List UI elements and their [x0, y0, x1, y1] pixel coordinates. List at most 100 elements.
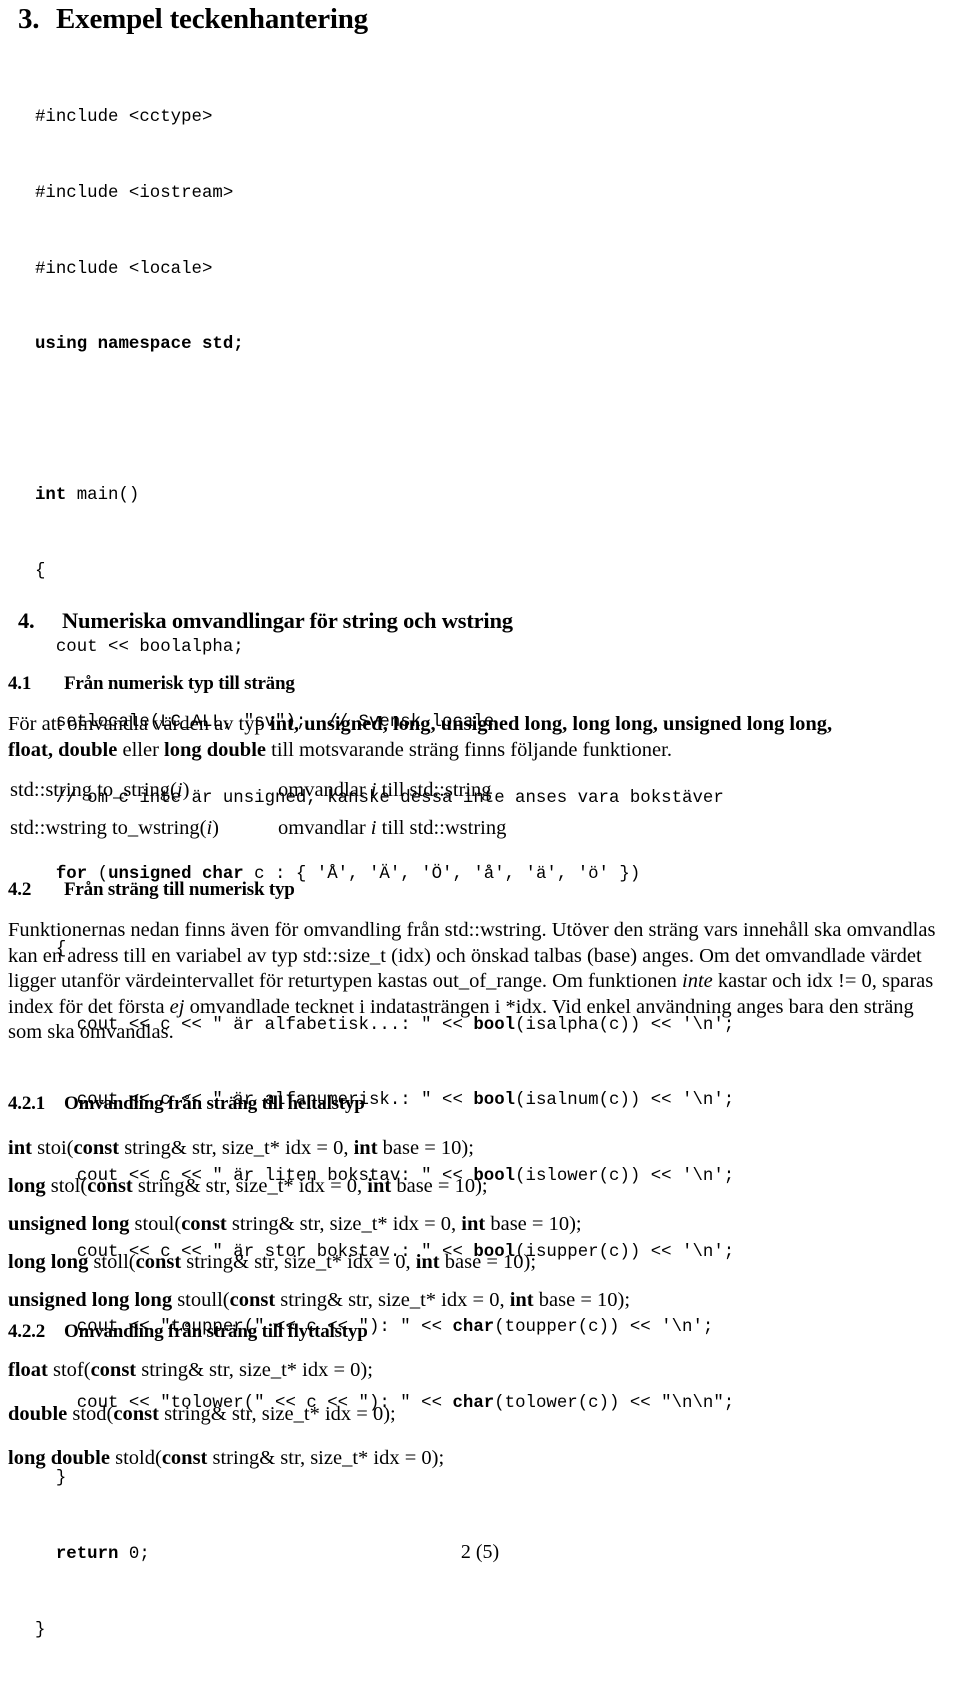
section-4-2-1-title: Omvandling från sträng till heltalstyp [64, 1093, 365, 1114]
para-emphasis-ej: ej [169, 995, 185, 1018]
section-4-2-title: Från sträng till numerisk typ [64, 879, 295, 900]
table-row: std::wstring to_wstring(i) omvandlar i t… [10, 802, 506, 840]
code-keyword-bool: bool [473, 1091, 516, 1111]
code-line: using namespace std; [35, 332, 734, 357]
table-row: std::string to_string(i) omvandlar i til… [10, 778, 506, 802]
return-type: float [8, 1359, 48, 1381]
description-text: omvandlar [278, 817, 371, 839]
params-mid: string& str, size_t* idx = 0, [226, 1213, 462, 1235]
signature-close: ) [212, 817, 219, 839]
code-line: #include <locale> [35, 259, 213, 279]
return-type: unsigned long long [8, 1289, 173, 1311]
params-tail: base = 10); [533, 1289, 631, 1311]
params-tail: base = 10); [377, 1137, 474, 1159]
code-line: int main() [35, 486, 140, 506]
code-line: #include <cctype> [35, 108, 213, 128]
description-text: omvandlar [278, 779, 371, 801]
description-tail: till std::wstring [376, 817, 507, 839]
description-cell: omvandlar i till std::string [278, 778, 506, 802]
signature-stoul: unsigned long stoul(const string& str, s… [8, 1212, 630, 1236]
section-4-2-2-heading: 4.2.2 Omvandling från sträng till flyttal… [8, 1320, 368, 1344]
code-line: cout << boolalpha; [35, 637, 244, 657]
keyword-int: int [415, 1251, 440, 1273]
signature-cell: std::wstring to_wstring(i) [10, 802, 278, 840]
keyword-const: const [90, 1359, 137, 1381]
params-mid: string& str, size_t* idx = 0, [119, 1137, 354, 1159]
paragraph-prefix: För att omvandla värden av typ [8, 713, 270, 735]
signature-stoi: int stoi(const string& str, size_t* idx … [8, 1136, 630, 1160]
page-footer: 2 (5) [0, 1540, 960, 1564]
function-name: stof( [47, 1359, 91, 1381]
keyword-int: int [509, 1289, 534, 1311]
code-keyword-char: char [452, 1318, 495, 1338]
keyword-const: const [229, 1289, 276, 1311]
code-keyword-int: int [35, 486, 67, 506]
section-4-heading: 4. Numeriska omvandlingar för string och … [18, 608, 513, 634]
section-4-2-paragraph: Funktionernas nedan finns även för omvan… [8, 918, 943, 1046]
signature-close: ) [182, 779, 190, 801]
return-type: long [8, 1175, 46, 1197]
return-type: int [8, 1137, 32, 1159]
section-4-2-1-number: 4.2.1 [8, 1093, 46, 1114]
section-4-1-heading: 4.1 Från numerisk typ till sträng [8, 672, 295, 696]
params-tail: base = 10); [485, 1213, 582, 1235]
keyword-const: const [135, 1251, 182, 1273]
section-4-number: 4. [18, 608, 35, 633]
params-mid: string& str, size_t* idx = 0); [158, 1403, 396, 1425]
params-tail: base = 10); [439, 1251, 537, 1273]
type-list-2b: long double [164, 738, 267, 761]
signature-text: std::string to_string( [10, 779, 177, 801]
function-name: stol( [45, 1175, 88, 1197]
paragraph-mid: eller [117, 738, 165, 761]
keyword-const: const [73, 1137, 120, 1159]
section-4-2-2-signatures: float stof(const string& str, size_t* id… [8, 1358, 444, 1470]
function-name: stoll( [88, 1251, 136, 1273]
paragraph-suffix: till motsvarande sträng finns följande f… [266, 738, 672, 761]
to-string-conversion-table: std::string to_string(i) omvandlar i til… [10, 778, 506, 840]
function-name: stoul( [129, 1213, 182, 1235]
section-4-2-1-heading: 4.2.1 Omvandling från sträng till heltals… [8, 1092, 365, 1116]
signature-stold: long double stold(const string& str, siz… [8, 1446, 444, 1470]
code-line: #include <iostream> [35, 184, 234, 204]
params-mid: string& str, size_t* idx = 0); [207, 1447, 445, 1469]
signature-text: std::wstring to_wstring( [10, 817, 207, 839]
function-name: stold( [109, 1447, 162, 1469]
section-4-title: Numeriska omvandlingar för string och ws… [62, 608, 513, 633]
params-mid: string& str, size_t* idx = 0, [181, 1251, 416, 1273]
signature-stoull: unsigned long long stoull(const string& … [8, 1288, 630, 1312]
keyword-const: const [181, 1213, 227, 1235]
signature-stod: double stod(const string& str, size_t* i… [8, 1402, 444, 1426]
signature-stol: long stol(const string& str, size_t* idx… [8, 1174, 630, 1198]
return-type: long double [8, 1447, 110, 1469]
code-line: } [35, 1620, 46, 1640]
document-page: 3. Exempel teckenhantering #include <ccty… [0, 0, 960, 1640]
keyword-const: const [87, 1175, 133, 1197]
section-4-2-2-number: 4.2.2 [8, 1321, 46, 1342]
code-line: { [35, 562, 46, 582]
signature-stof: float stof(const string& str, size_t* id… [8, 1358, 444, 1382]
code-keyword-using: using namespace std; [35, 335, 244, 355]
section-4-2-number: 4.2 [8, 879, 32, 900]
signature-stoll: long long stoll(const string& str, size_… [8, 1250, 630, 1274]
return-type: unsigned long [8, 1213, 130, 1235]
type-list-2a: float, double [8, 738, 118, 761]
params-mid: string& str, size_t* idx = 0); [136, 1359, 373, 1381]
signature-cell: std::string to_string(i) [10, 778, 278, 802]
section-4-1-title: Från numerisk typ till sträng [64, 673, 295, 694]
params-mid: string& str, size_t* idx = 0, [275, 1289, 510, 1311]
section-3-number: 3. [18, 3, 40, 35]
return-type: double [8, 1403, 68, 1425]
keyword-int: int [461, 1213, 486, 1235]
function-name: stoi( [31, 1137, 74, 1159]
section-4-1-paragraph: För att omvandla värden av typ int, unsi… [8, 712, 943, 763]
section-3-heading: 3. Exempel teckenhantering [18, 2, 368, 36]
section-4-1-number: 4.1 [8, 673, 32, 694]
return-type: long long [8, 1251, 89, 1273]
section-4-2-2-title: Omvandling från sträng till flyttalstyp [64, 1321, 368, 1342]
params-mid: string& str, size_t* idx = 0, [132, 1175, 368, 1197]
para-emphasis-inte: inte [682, 970, 713, 992]
function-name: stoull( [172, 1289, 230, 1311]
code-line: } [35, 1469, 67, 1489]
keyword-const: const [113, 1403, 159, 1425]
